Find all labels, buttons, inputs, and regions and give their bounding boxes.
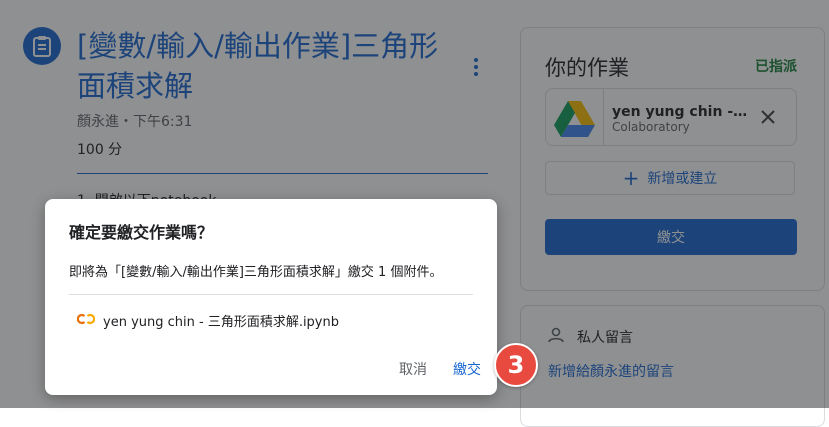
dialog-body: 即將為「[變數/輸入/輸出作業]三角形面積求解」繳交 1 個附件。 bbox=[69, 265, 443, 280]
classroom-assignment-page: [變數/輸入/輸出作業]三角形面積求解 顏永進・下午6:31 100 分 1. … bbox=[0, 0, 829, 427]
dialog-divider bbox=[69, 294, 473, 295]
colab-icon bbox=[76, 313, 96, 329]
confirm-turn-in-button[interactable]: 繳交 bbox=[453, 359, 481, 379]
dialog-file-item: yen yung chin - 三角形面積求解.ipynb bbox=[76, 311, 339, 330]
dialog-file-name: yen yung chin - 三角形面積求解.ipynb bbox=[103, 315, 339, 330]
step-marker-badge: 3 bbox=[494, 343, 538, 387]
cancel-button[interactable]: 取消 bbox=[399, 359, 427, 379]
turn-in-confirm-dialog: 確定要繳交作業嗎？ 即將為「[變數/輸入/輸出作業]三角形面積求解」繳交 1 個… bbox=[45, 199, 497, 395]
dialog-title: 確定要繳交作業嗎？ bbox=[69, 223, 214, 242]
